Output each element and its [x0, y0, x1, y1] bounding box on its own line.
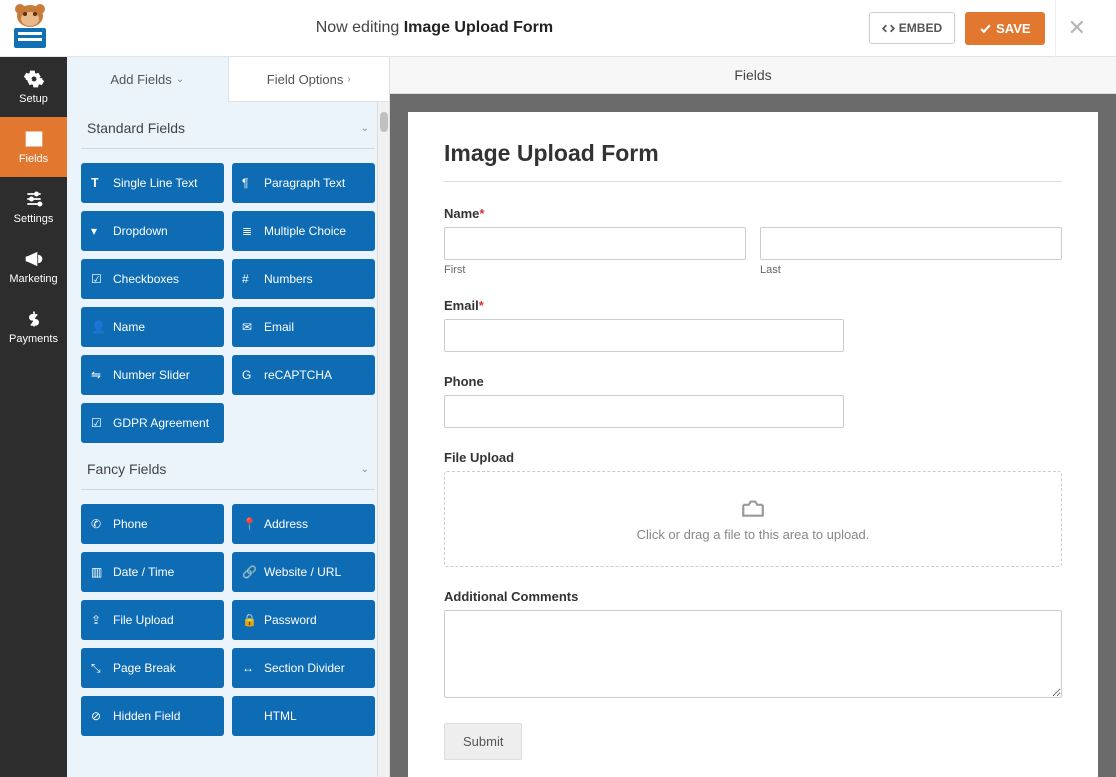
code-icon [242, 709, 256, 723]
field-phone[interactable]: Phone [444, 374, 1062, 428]
field-standard-dropdown[interactable]: ▾Dropdown [81, 211, 224, 251]
gear-icon [24, 69, 44, 89]
last-name-input[interactable] [760, 227, 1062, 260]
file-dropzone[interactable]: Click or drag a file to this area to upl… [444, 471, 1062, 567]
eye-slash-icon: ⊘ [91, 709, 105, 723]
envelope-icon: ✉ [242, 320, 256, 334]
scrollbar[interactable] [377, 102, 389, 777]
email-input[interactable] [444, 319, 844, 352]
user-icon: 👤 [91, 320, 105, 334]
code-icon [882, 22, 895, 35]
map-pin-icon: 📍 [242, 517, 256, 531]
phone-input[interactable] [444, 395, 844, 428]
check-icon [979, 22, 992, 35]
field-standard-name[interactable]: 👤Name [81, 307, 224, 347]
field-standard-gdpr-agreement[interactable]: ☑GDPR Agreement [81, 403, 224, 443]
canvas-header: Fields [390, 57, 1116, 94]
link-icon: 🔗 [242, 565, 256, 579]
dropzone-hint: Click or drag a file to this area to upl… [455, 527, 1051, 542]
editing-title: Now editing Image Upload Form [0, 19, 869, 37]
sliders-icon [24, 189, 44, 209]
field-standard-paragraph-text[interactable]: ¶Paragraph Text [232, 163, 375, 203]
sliders-h-icon: ⇋ [91, 368, 105, 382]
field-standard-checkboxes[interactable]: ☑Checkboxes [81, 259, 224, 299]
check-square-icon: ☑ [91, 272, 105, 286]
field-fancy-website-url[interactable]: 🔗Website / URL [232, 552, 375, 592]
field-standard-multiple-choice[interactable]: ≣Multiple Choice [232, 211, 375, 251]
nav-setup[interactable]: Setup [0, 57, 67, 117]
field-comments[interactable]: Additional Comments [444, 589, 1062, 701]
caret-square-icon: ▾ [91, 224, 105, 238]
lock-icon: 🔒 [242, 613, 256, 627]
dollar-icon [24, 309, 44, 329]
text-icon: 𝐓 [91, 176, 105, 190]
upload-icon: ⇪ [91, 613, 105, 627]
field-standard-number-slider[interactable]: ⇋Number Slider [81, 355, 224, 395]
field-file-upload[interactable]: File Upload Click or drag a file to this… [444, 450, 1062, 567]
calendar-icon: ▥ [91, 565, 105, 579]
field-fancy-phone[interactable]: ✆Phone [81, 504, 224, 544]
close-button[interactable]: ✕ [1055, 0, 1098, 57]
field-fancy-html[interactable]: HTML [232, 696, 375, 736]
logo [6, 2, 56, 52]
nav-fields[interactable]: Fields [0, 117, 67, 177]
field-fancy-address[interactable]: 📍Address [232, 504, 375, 544]
first-name-sublabel: First [444, 264, 746, 276]
last-name-sublabel: Last [760, 264, 1062, 276]
field-fancy-section-divider[interactable]: ↔Section Divider [232, 648, 375, 688]
form-canvas: Fields Image Upload Form Name* First Las… [390, 57, 1116, 777]
bullhorn-icon [24, 249, 44, 269]
first-name-input[interactable] [444, 227, 746, 260]
hash-icon: # [242, 272, 256, 286]
save-button[interactable]: SAVE [965, 12, 1044, 45]
submit-button[interactable]: Submit [444, 723, 522, 760]
upload-icon [740, 496, 766, 518]
comments-textarea[interactable] [444, 610, 1062, 698]
field-standard-recaptcha[interactable]: GreCAPTCHA [232, 355, 375, 395]
chevron-right-icon: › [347, 74, 350, 85]
check-square-icon: ☑ [91, 416, 105, 430]
phone-icon: ✆ [91, 517, 105, 531]
list-icon: ≣ [242, 224, 256, 238]
field-standard-email[interactable]: ✉Email [232, 307, 375, 347]
field-standard-numbers[interactable]: #Numbers [232, 259, 375, 299]
nav-marketing[interactable]: Marketing [0, 237, 67, 297]
form-title: Image Upload Form [444, 140, 1062, 182]
field-email[interactable]: Email* [444, 298, 1062, 352]
layout-icon [24, 129, 44, 149]
nav-settings[interactable]: Settings [0, 177, 67, 237]
field-name[interactable]: Name* First Last [444, 206, 1062, 276]
chevron-down-icon: ⌄ [361, 123, 369, 134]
field-fancy-file-upload[interactable]: ⇪File Upload [81, 600, 224, 640]
section-standard-fields[interactable]: Standard Fields⌄ [81, 102, 375, 149]
tab-field-options[interactable]: Field Options› [228, 57, 390, 102]
arrows-h-icon: ↔ [242, 661, 256, 675]
section-fancy-fields[interactable]: Fancy Fields⌄ [81, 443, 375, 490]
left-nav: SetupFieldsSettingsMarketingPayments [0, 57, 67, 777]
field-fancy-date-time[interactable]: ▥Date / Time [81, 552, 224, 592]
google-icon: G [242, 368, 256, 382]
required-indicator: * [479, 298, 484, 313]
page-break-icon: ⤡ [91, 661, 105, 675]
tab-add-fields[interactable]: Add Fields⌄ [67, 57, 228, 102]
nav-payments[interactable]: Payments [0, 297, 67, 357]
chevron-down-icon: ⌄ [361, 464, 369, 475]
field-fancy-page-break[interactable]: ⤡Page Break [81, 648, 224, 688]
embed-button[interactable]: EMBED [869, 12, 955, 44]
fields-panel: Add Fields⌄ Field Options› Standard Fiel… [67, 57, 390, 777]
chevron-down-icon: ⌄ [176, 74, 184, 85]
paragraph-icon: ¶ [242, 176, 256, 190]
topbar: Now editing Image Upload Form EMBED SAVE… [0, 0, 1116, 57]
field-standard-single-line-text[interactable]: 𝐓Single Line Text [81, 163, 224, 203]
field-fancy-password[interactable]: 🔒Password [232, 600, 375, 640]
required-indicator: * [479, 206, 484, 221]
field-fancy-hidden-field[interactable]: ⊘Hidden Field [81, 696, 224, 736]
